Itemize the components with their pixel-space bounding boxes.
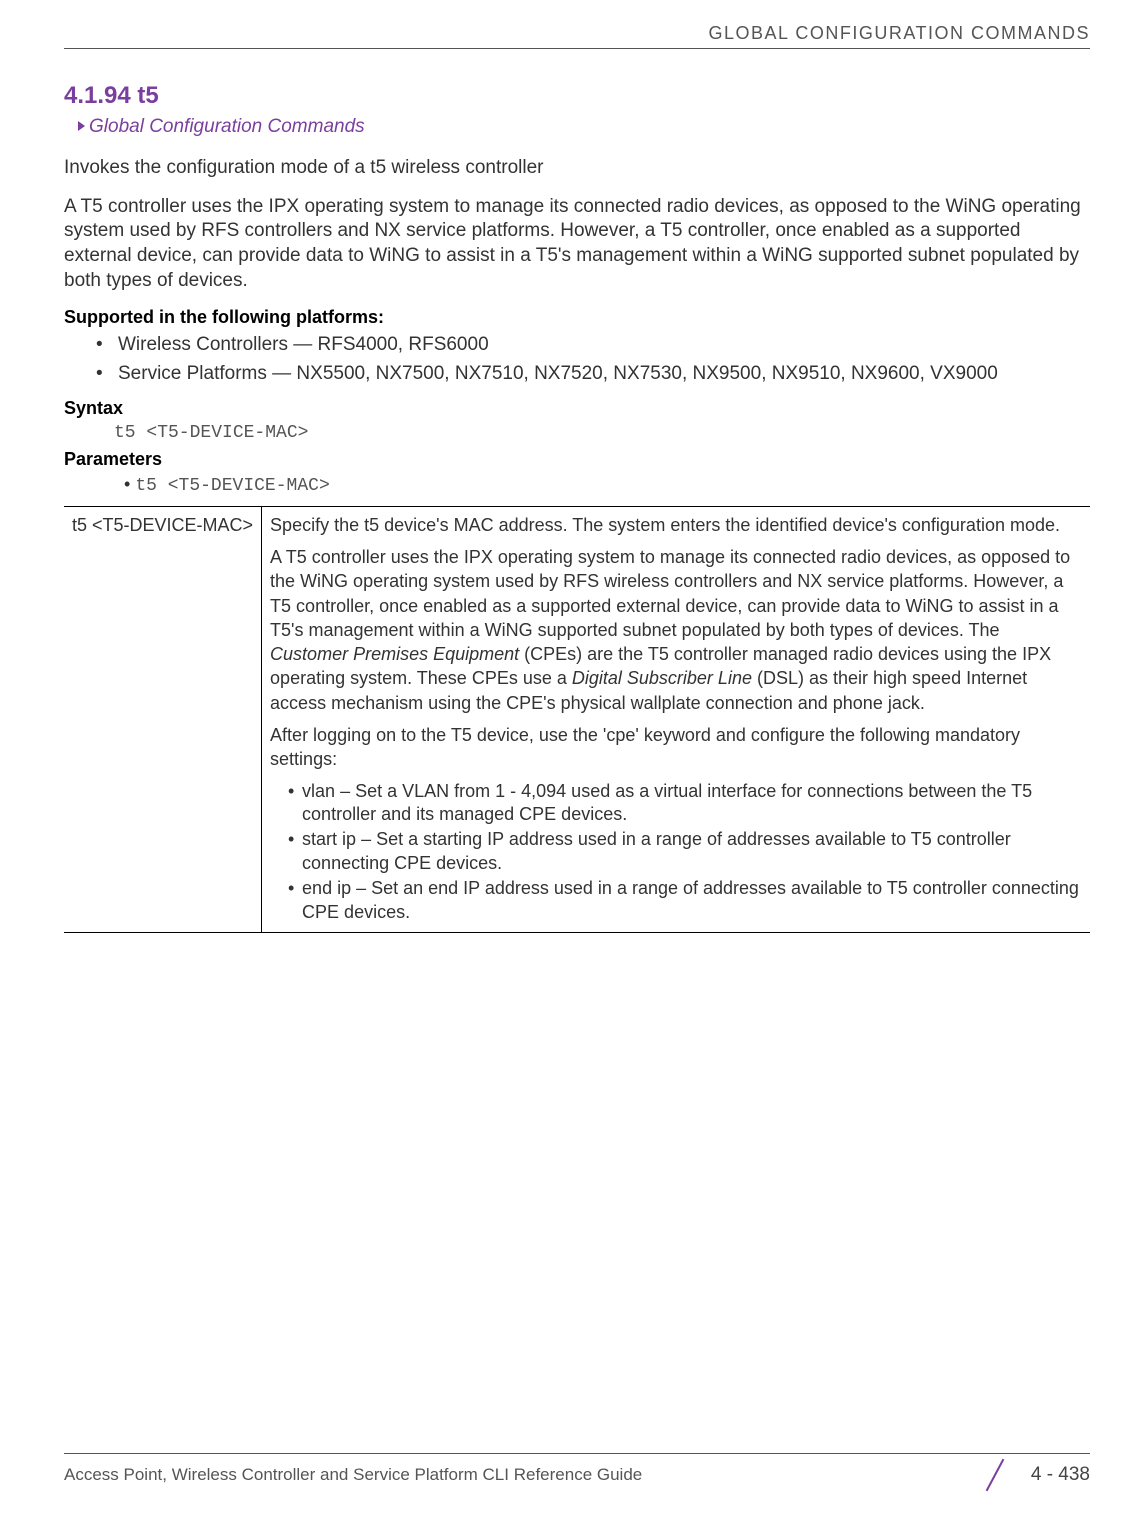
content-area: 4.1.94 t5 Global Configuration Commands … [64, 82, 1090, 933]
supported-item: Service Platforms — NX5500, NX7500, NX75… [96, 361, 1090, 388]
supported-heading: Supported in the following platforms: [64, 307, 1090, 328]
syntax-heading: Syntax [64, 398, 1090, 419]
breadcrumb-text: Global Configuration Commands [89, 116, 365, 137]
param-desc-1: Specify the t5 device's MAC address. The… [270, 513, 1082, 537]
syntax-value: t5 <T5-DEVICE-MAC> [114, 423, 1090, 443]
supported-item: Wireless Controllers — RFS4000, RFS6000 [96, 332, 1090, 359]
table-row: t5 <T5-DEVICE-MAC> Specify the t5 device… [64, 506, 1090, 932]
footer-right: 4 - 438 [977, 1460, 1090, 1490]
param-desc-2: A T5 controller uses the IPX operating s… [270, 545, 1082, 715]
setting-item: end ip – Set an end IP address used in a… [288, 877, 1082, 924]
supported-list: Wireless Controllers — RFS4000, RFS6000 … [64, 332, 1090, 387]
arrow-icon [78, 121, 85, 131]
setting-item: vlan – Set a VLAN from 1 - 4,094 used as… [288, 780, 1082, 827]
text-span: A T5 controller uses the IPX operating s… [270, 547, 1070, 640]
parameters-heading: Parameters [64, 449, 1090, 470]
italic-span: Customer Premises Equipment [270, 644, 519, 664]
page-number: 4 - 438 [1031, 1464, 1090, 1486]
italic-span: Digital Subscriber Line [572, 668, 752, 688]
param-desc-cell: Specify the t5 device's MAC address. The… [262, 506, 1090, 932]
parameter-bullet: t5 <T5-DEVICE-MAC> [124, 474, 1090, 496]
param-desc-3: After logging on to the T5 device, use t… [270, 723, 1082, 772]
setting-item: start ip – Set a starting IP address use… [288, 828, 1082, 875]
slash-logo-icon [977, 1460, 1013, 1490]
section-title: 4.1.94 t5 [64, 82, 1090, 110]
page-footer: Access Point, Wireless Controller and Se… [64, 1453, 1090, 1490]
parameters-table: t5 <T5-DEVICE-MAC> Specify the t5 device… [64, 506, 1090, 933]
intro-paragraph-1: Invokes the configuration mode of a t5 w… [64, 156, 1090, 181]
page-header: GLOBAL CONFIGURATION COMMANDS [64, 23, 1090, 49]
breadcrumb[interactable]: Global Configuration Commands [78, 116, 1090, 138]
intro-paragraph-2: A T5 controller uses the IPX operating s… [64, 195, 1090, 294]
param-name-cell: t5 <T5-DEVICE-MAC> [64, 506, 262, 932]
footer-left-text: Access Point, Wireless Controller and Se… [64, 1465, 642, 1485]
settings-list: vlan – Set a VLAN from 1 - 4,094 used as… [270, 780, 1082, 924]
